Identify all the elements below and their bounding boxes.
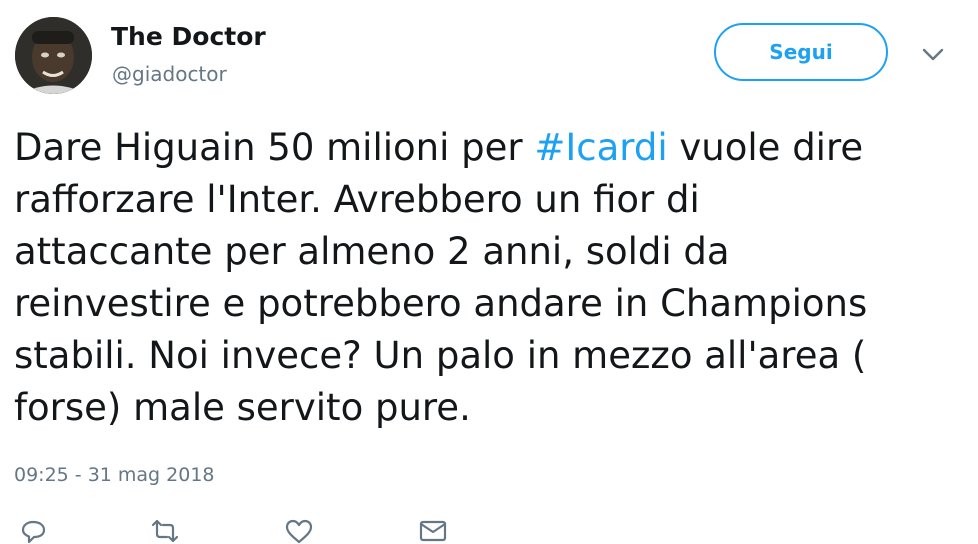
tweet-text: Dare Higuain 50 milioni per #Icardi vuol… [14,122,969,434]
envelope-icon[interactable] [418,518,448,544]
author-avatar[interactable] [15,17,92,94]
author-handle[interactable]: @giadoctor [112,62,227,86]
tweet-line: Dare Higuain 50 milioni per #Icardi vuol… [14,122,969,174]
tweet-timestamp[interactable]: 09:25 - 31 mag 2018 [14,464,215,486]
tweet-text-segment: vuole dire [667,126,864,169]
reply-icon[interactable] [20,518,50,544]
tweet-line: forse) male servito pure. [14,386,471,429]
follow-button[interactable]: Segui [714,23,888,81]
tweet-line: attaccante per almeno 2 anni, soldi da [14,230,730,273]
tweet-line: stabili. Noi invece? Un palo in mezzo al… [14,334,867,377]
heart-icon[interactable] [284,518,314,544]
author-display-name[interactable]: The Doctor [111,22,266,51]
tweet-line: reinvestire e potrebbero andare in Champ… [14,282,868,325]
tweet-line: rafforzare l'Inter. Avrebbero un fior di [14,178,700,221]
tweet-text-segment: Dare Higuain 50 milioni per [14,126,535,169]
hashtag-link[interactable]: #Icardi [534,126,667,169]
user-avatar-icon [15,17,92,94]
tweet-actions [20,518,480,544]
retweet-icon[interactable] [148,518,179,544]
chevron-down-icon[interactable] [921,47,945,63]
